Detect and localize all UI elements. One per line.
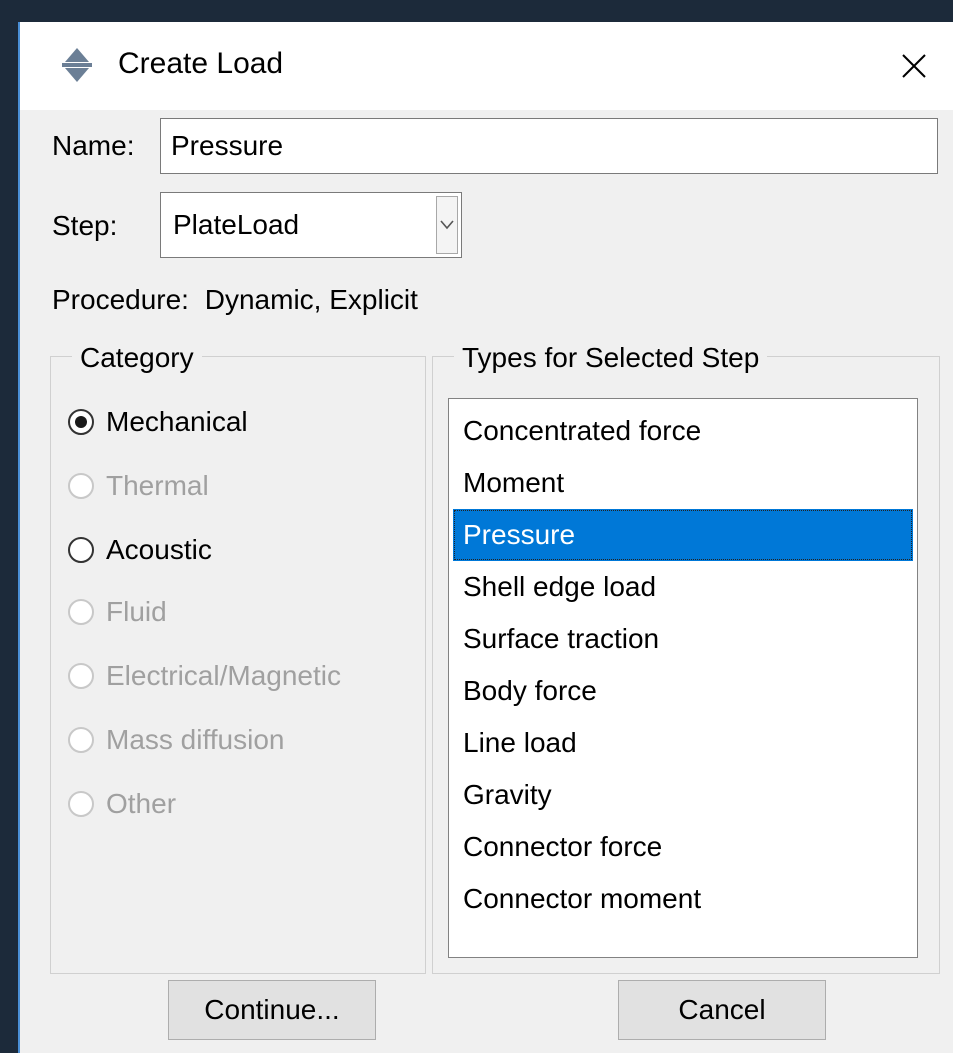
procedure-label: Procedure: Dynamic, Explicit <box>52 282 418 318</box>
radio-label: Mechanical <box>106 406 248 437</box>
list-item-line-load[interactable]: Line load <box>453 717 913 769</box>
load-icon <box>62 48 92 82</box>
procedure-value: Dynamic, Explicit <box>204 284 418 315</box>
radio-label: Mass diffusion <box>106 724 285 755</box>
list-item-connector-force[interactable]: Connector force <box>453 821 913 873</box>
create-load-dialog: Create Load Name: Pressure Step: PlateLo… <box>18 22 953 1053</box>
radio-label: Fluid <box>106 596 167 627</box>
continue-button[interactable]: Continue... <box>168 980 376 1040</box>
radio-label: Electrical/Magnetic <box>106 660 341 691</box>
name-label: Name: <box>52 130 135 161</box>
list-item-concentrated-force[interactable]: Concentrated force <box>453 405 913 457</box>
radio-indicator <box>68 473 94 499</box>
close-icon <box>902 54 926 78</box>
list-item-pressure[interactable]: Pressure <box>453 509 913 561</box>
list-item-surface-traction[interactable]: Surface traction <box>453 613 913 665</box>
radio-indicator <box>68 663 94 689</box>
step-label: Step: <box>52 210 118 241</box>
name-input[interactable]: Pressure <box>160 118 938 174</box>
radio-mass-diffusion[interactable]: Mass diffusion <box>68 720 284 760</box>
radio-indicator <box>68 537 94 563</box>
radio-indicator <box>68 791 94 817</box>
close-button[interactable] <box>875 22 953 110</box>
step-select[interactable]: PlateLoad <box>160 192 462 258</box>
procedure-label-text: Procedure: <box>52 284 189 315</box>
radio-indicator <box>68 727 94 753</box>
radio-other[interactable]: Other <box>68 784 176 824</box>
list-item-shell-edge-load[interactable]: Shell edge load <box>453 561 913 613</box>
radio-electrical-magnetic[interactable]: Electrical/Magnetic <box>68 656 341 696</box>
radio-label: Acoustic <box>106 534 212 565</box>
radio-thermal[interactable]: Thermal <box>68 466 209 506</box>
list-item-connector-moment[interactable]: Connector moment <box>453 873 913 925</box>
radio-indicator <box>68 409 94 435</box>
radio-indicator <box>68 599 94 625</box>
list-item-gravity[interactable]: Gravity <box>453 769 913 821</box>
load-types-list[interactable]: Concentrated force Moment Pressure Shell… <box>448 398 918 958</box>
chevron-down-icon <box>440 220 454 230</box>
radio-mechanical[interactable]: Mechanical <box>68 402 248 442</box>
category-title: Category <box>72 340 202 376</box>
radio-label: Thermal <box>106 470 209 501</box>
step-dropdown-button[interactable] <box>436 196 458 254</box>
radio-fluid[interactable]: Fluid <box>68 592 167 632</box>
title-bar: Create Load <box>20 22 953 110</box>
dialog-title: Create Load <box>118 47 284 80</box>
types-title: Types for Selected Step <box>454 340 768 376</box>
radio-acoustic[interactable]: Acoustic <box>68 530 212 570</box>
cancel-button[interactable]: Cancel <box>618 980 826 1040</box>
list-item-moment[interactable]: Moment <box>453 457 913 509</box>
list-item-body-force[interactable]: Body force <box>453 665 913 717</box>
step-select-value: PlateLoad <box>173 209 300 240</box>
radio-label: Other <box>106 788 177 819</box>
